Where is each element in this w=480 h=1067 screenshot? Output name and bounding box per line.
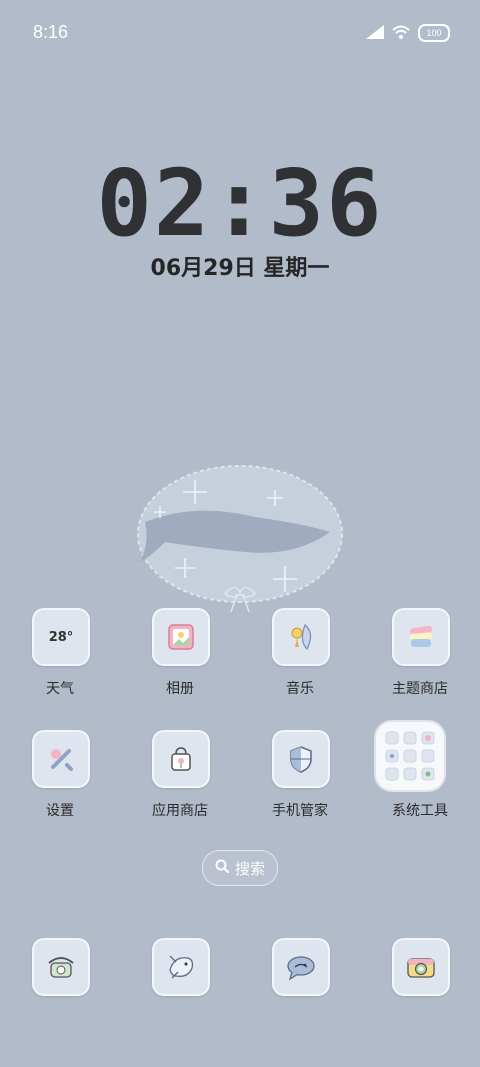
app-settings[interactable]: 设置 [0, 730, 120, 840]
dock-phone[interactable] [0, 938, 120, 1048]
dock-chat[interactable] [240, 938, 360, 1048]
signal-icon [366, 24, 384, 43]
theme-store-icon[interactable] [392, 608, 450, 666]
app-gallery[interactable]: 相册 [120, 608, 240, 718]
status-bar: 8:16 100 [0, 0, 480, 66]
app-grid-row-1: 28° 天气 相册 音乐 主题商店 [0, 608, 480, 718]
security-icon[interactable] [272, 730, 330, 788]
app-label: 相册 [166, 681, 194, 697]
wifi-icon [392, 24, 410, 43]
dock-camera[interactable] [360, 938, 480, 1048]
chat-bubble-icon[interactable] [272, 938, 330, 996]
app-label: 设置 [46, 803, 74, 819]
weather-icon[interactable]: 28° [32, 608, 90, 666]
app-theme-store[interactable]: 主题商店 [360, 608, 480, 718]
weather-temperature: 28° [48, 629, 74, 645]
app-security[interactable]: 手机管家 [240, 730, 360, 840]
dock [0, 938, 480, 1048]
app-label: 主题商店 [392, 681, 448, 697]
status-time: 8:16 [33, 22, 69, 42]
camera-icon[interactable] [392, 938, 450, 996]
battery-icon: 100 [418, 24, 450, 42]
app-label: 手机管家 [272, 803, 328, 819]
gallery-icon[interactable] [152, 608, 210, 666]
app-weather[interactable]: 28° 天气 [0, 608, 120, 718]
messages-icon[interactable] [152, 938, 210, 996]
app-label: 应用商店 [152, 803, 208, 819]
search-button[interactable]: 搜索 [202, 850, 278, 886]
app-app-store[interactable]: 应用商店 [120, 730, 240, 840]
wallpaper-decoration [137, 465, 343, 613]
phone-icon[interactable] [32, 938, 90, 996]
music-icon[interactable] [272, 608, 330, 666]
status-icons: 100 [366, 22, 450, 44]
lock-clock[interactable]: 02:36 [0, 150, 480, 257]
system-tools-folder-icon[interactable] [376, 722, 444, 790]
app-label: 系统工具 [392, 803, 448, 819]
search-label: 搜索 [234, 859, 265, 878]
lock-date[interactable]: 06月29日 星期一 [0, 250, 480, 282]
dock-messages[interactable] [120, 938, 240, 1048]
app-store-icon[interactable] [152, 730, 210, 788]
app-music[interactable]: 音乐 [240, 608, 360, 718]
app-label: 音乐 [286, 681, 314, 697]
settings-icon[interactable] [32, 730, 90, 788]
app-label: 天气 [46, 681, 74, 697]
search-icon [215, 859, 229, 877]
